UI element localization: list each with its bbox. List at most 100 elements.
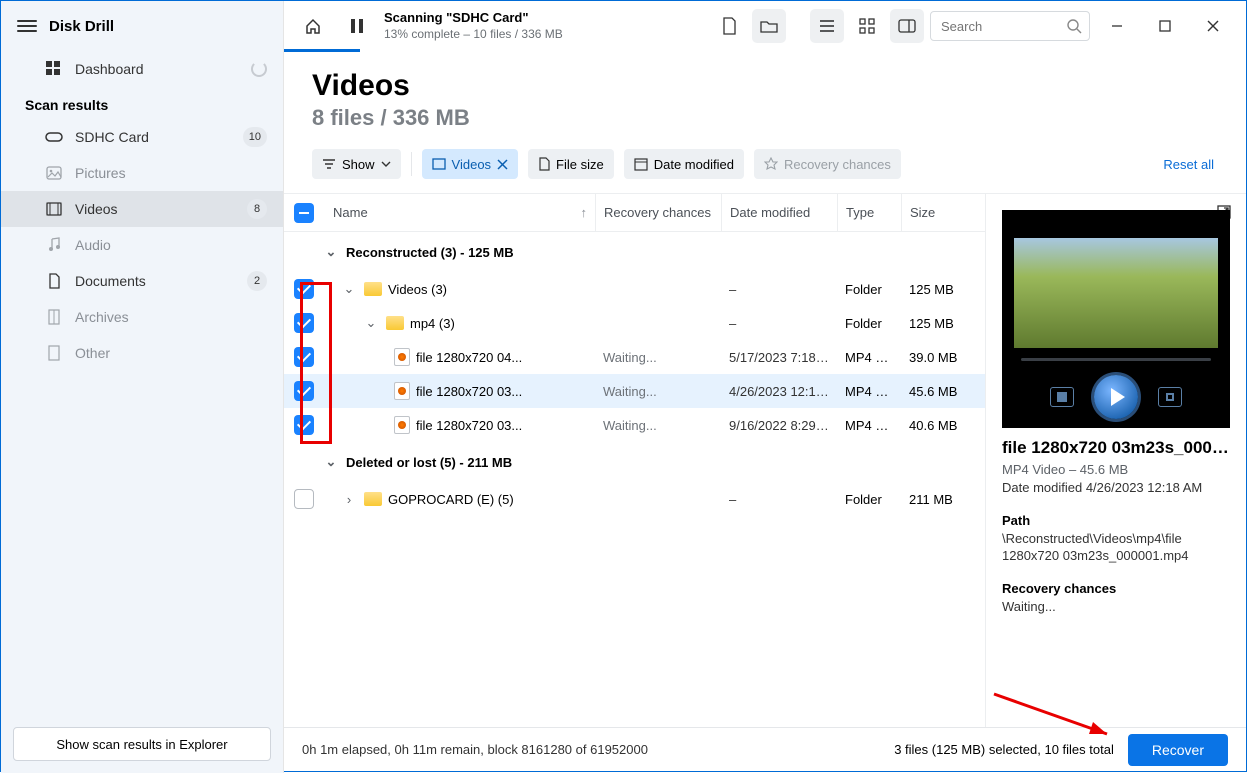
- sort-arrow-icon[interactable]: ↑: [581, 205, 588, 220]
- close-button[interactable]: [1192, 11, 1234, 41]
- datemod-filter[interactable]: Date modified: [624, 149, 744, 179]
- table-row[interactable]: ⌄ Videos (3) – Folder 125 MB: [284, 272, 985, 306]
- row-checkbox[interactable]: [294, 279, 314, 299]
- rc-value: Waiting...: [1002, 598, 1230, 616]
- videos-filter-chip[interactable]: Videos: [422, 149, 519, 179]
- file-table: Name ↑ Recovery chances Date modified Typ…: [284, 194, 986, 727]
- table-row[interactable]: file 1280x720 03... Waiting... 9/16/2022…: [284, 408, 985, 442]
- chevron-right-icon[interactable]: ›: [342, 492, 356, 507]
- file-icon: [538, 157, 550, 171]
- col-date[interactable]: Date modified: [721, 194, 837, 231]
- chevron-down-icon: [381, 161, 391, 167]
- sidebar-item-label: Audio: [75, 237, 111, 253]
- selection-summary: 3 files (125 MB) selected, 10 files tota…: [894, 742, 1114, 757]
- progress-underline: [284, 49, 360, 52]
- folder-view-icon[interactable]: [752, 9, 786, 43]
- folder-icon: [386, 316, 404, 330]
- scan-progress-text: 0h 1m elapsed, 0h 11m remain, block 8161…: [302, 742, 648, 757]
- sidebar-item-label: Pictures: [75, 165, 126, 181]
- group-row[interactable]: ⌄ Reconstructed (3) - 125 MB: [284, 232, 985, 272]
- folder-icon: [364, 492, 382, 506]
- table-row[interactable]: file 1280x720 04... Waiting... 5/17/2023…: [284, 340, 985, 374]
- drive-icon: [45, 131, 63, 143]
- fullscreen-button[interactable]: [1158, 387, 1182, 407]
- filter-row: Show Videos File size Date modified Reco…: [284, 141, 1246, 194]
- video-seek-bar[interactable]: [1021, 358, 1211, 361]
- archives-icon: [45, 309, 63, 325]
- dashboard-icon: [45, 61, 63, 77]
- sidebar-item-count: 2: [247, 271, 267, 291]
- recover-button[interactable]: Recover: [1128, 734, 1228, 766]
- main-area: Scanning "SDHC Card" 13% complete – 10 f…: [284, 1, 1246, 771]
- play-button[interactable]: [1094, 375, 1138, 419]
- video-file-icon: [394, 416, 410, 434]
- recchances-filter[interactable]: Recovery chances: [754, 149, 901, 179]
- stop-button[interactable]: [1050, 387, 1074, 407]
- sidebar-item-audio[interactable]: Audio: [1, 227, 283, 263]
- row-checkbox[interactable]: [294, 489, 314, 509]
- toolbar: Scanning "SDHC Card" 13% complete – 10 f…: [284, 1, 1246, 51]
- other-icon: [45, 345, 63, 361]
- list-view-icon[interactable]: [810, 9, 844, 43]
- chevron-down-icon[interactable]: ⌄: [324, 454, 338, 470]
- sidebar-item-pictures[interactable]: Pictures: [1, 155, 283, 191]
- audio-icon: [45, 237, 63, 253]
- table-row-selected[interactable]: file 1280x720 03... Waiting... 4/26/2023…: [284, 374, 985, 408]
- chevron-down-icon[interactable]: ⌄: [342, 281, 356, 297]
- select-all-checkbox[interactable]: [294, 203, 314, 223]
- chevron-down-icon[interactable]: ⌄: [364, 315, 378, 331]
- table-header: Name ↑ Recovery chances Date modified Typ…: [284, 194, 985, 232]
- group-row[interactable]: ⌄ Deleted or lost (5) - 211 MB: [284, 442, 985, 482]
- app-title: Disk Drill: [49, 18, 114, 35]
- sidebar-item-label: Documents: [75, 273, 146, 289]
- sidebar-item-archives[interactable]: Archives: [1, 299, 283, 335]
- show-filter[interactable]: Show: [312, 149, 401, 179]
- video-file-icon: [394, 348, 410, 366]
- menu-icon[interactable]: [17, 17, 37, 35]
- video-thumbnail: [1014, 238, 1218, 348]
- maximize-button[interactable]: [1144, 11, 1186, 41]
- show-in-explorer-button[interactable]: Show scan results in Explorer: [13, 727, 271, 761]
- sidebar-dashboard-label: Dashboard: [75, 61, 144, 77]
- pictures-icon: [45, 166, 63, 180]
- table-row[interactable]: › GOPROCARD (E) (5) – Folder 211 MB: [284, 482, 985, 516]
- folder-icon: [364, 282, 382, 296]
- col-type[interactable]: Type: [837, 194, 901, 231]
- video-file-icon: [394, 382, 410, 400]
- path-value: \Reconstructed\Videos\mp4\file 1280x720 …: [1002, 530, 1230, 565]
- sidebar-item-videos[interactable]: Videos 8: [1, 191, 283, 227]
- col-size[interactable]: Size: [901, 194, 985, 231]
- home-button[interactable]: [296, 9, 330, 43]
- col-name[interactable]: Name: [333, 205, 368, 220]
- grid-view-icon[interactable]: [850, 9, 884, 43]
- video-preview: [1002, 210, 1230, 428]
- row-checkbox[interactable]: [294, 381, 314, 401]
- filesize-filter[interactable]: File size: [528, 149, 614, 179]
- star-icon: [764, 157, 778, 171]
- calendar-icon: [634, 157, 648, 171]
- spinner-icon: [251, 61, 267, 77]
- sidebar-item-other[interactable]: Other: [1, 335, 283, 371]
- reset-filters[interactable]: Reset all: [1163, 157, 1218, 172]
- minimize-button[interactable]: [1096, 11, 1138, 41]
- scan-subtitle: 13% complete – 10 files / 336 MB: [384, 27, 563, 42]
- sidebar-dashboard[interactable]: Dashboard: [1, 51, 283, 87]
- pause-button[interactable]: [340, 9, 374, 43]
- chevron-down-icon[interactable]: ⌄: [324, 244, 338, 260]
- sidebar-section-label: Scan results: [1, 87, 283, 119]
- preview-pane: file 1280x720 03m23s_0000... MP4 Video –…: [986, 194, 1246, 727]
- file-view-icon[interactable]: [712, 9, 746, 43]
- close-icon[interactable]: [497, 159, 508, 170]
- panel-toggle-icon[interactable]: [890, 9, 924, 43]
- table-row[interactable]: ⌄ mp4 (3) – Folder 125 MB: [284, 306, 985, 340]
- sidebar-item-label: Videos: [75, 201, 118, 217]
- row-checkbox[interactable]: [294, 313, 314, 333]
- col-recovery[interactable]: Recovery chances: [595, 194, 721, 231]
- sidebar-item-sdhc[interactable]: SDHC Card 10: [1, 119, 283, 155]
- sidebar-item-label: Other: [75, 345, 110, 361]
- preview-date: Date modified 4/26/2023 12:18 AM: [1002, 479, 1230, 497]
- row-checkbox[interactable]: [294, 347, 314, 367]
- scan-status: Scanning "SDHC Card" 13% complete – 10 f…: [384, 10, 563, 41]
- row-checkbox[interactable]: [294, 415, 314, 435]
- sidebar-item-documents[interactable]: Documents 2: [1, 263, 283, 299]
